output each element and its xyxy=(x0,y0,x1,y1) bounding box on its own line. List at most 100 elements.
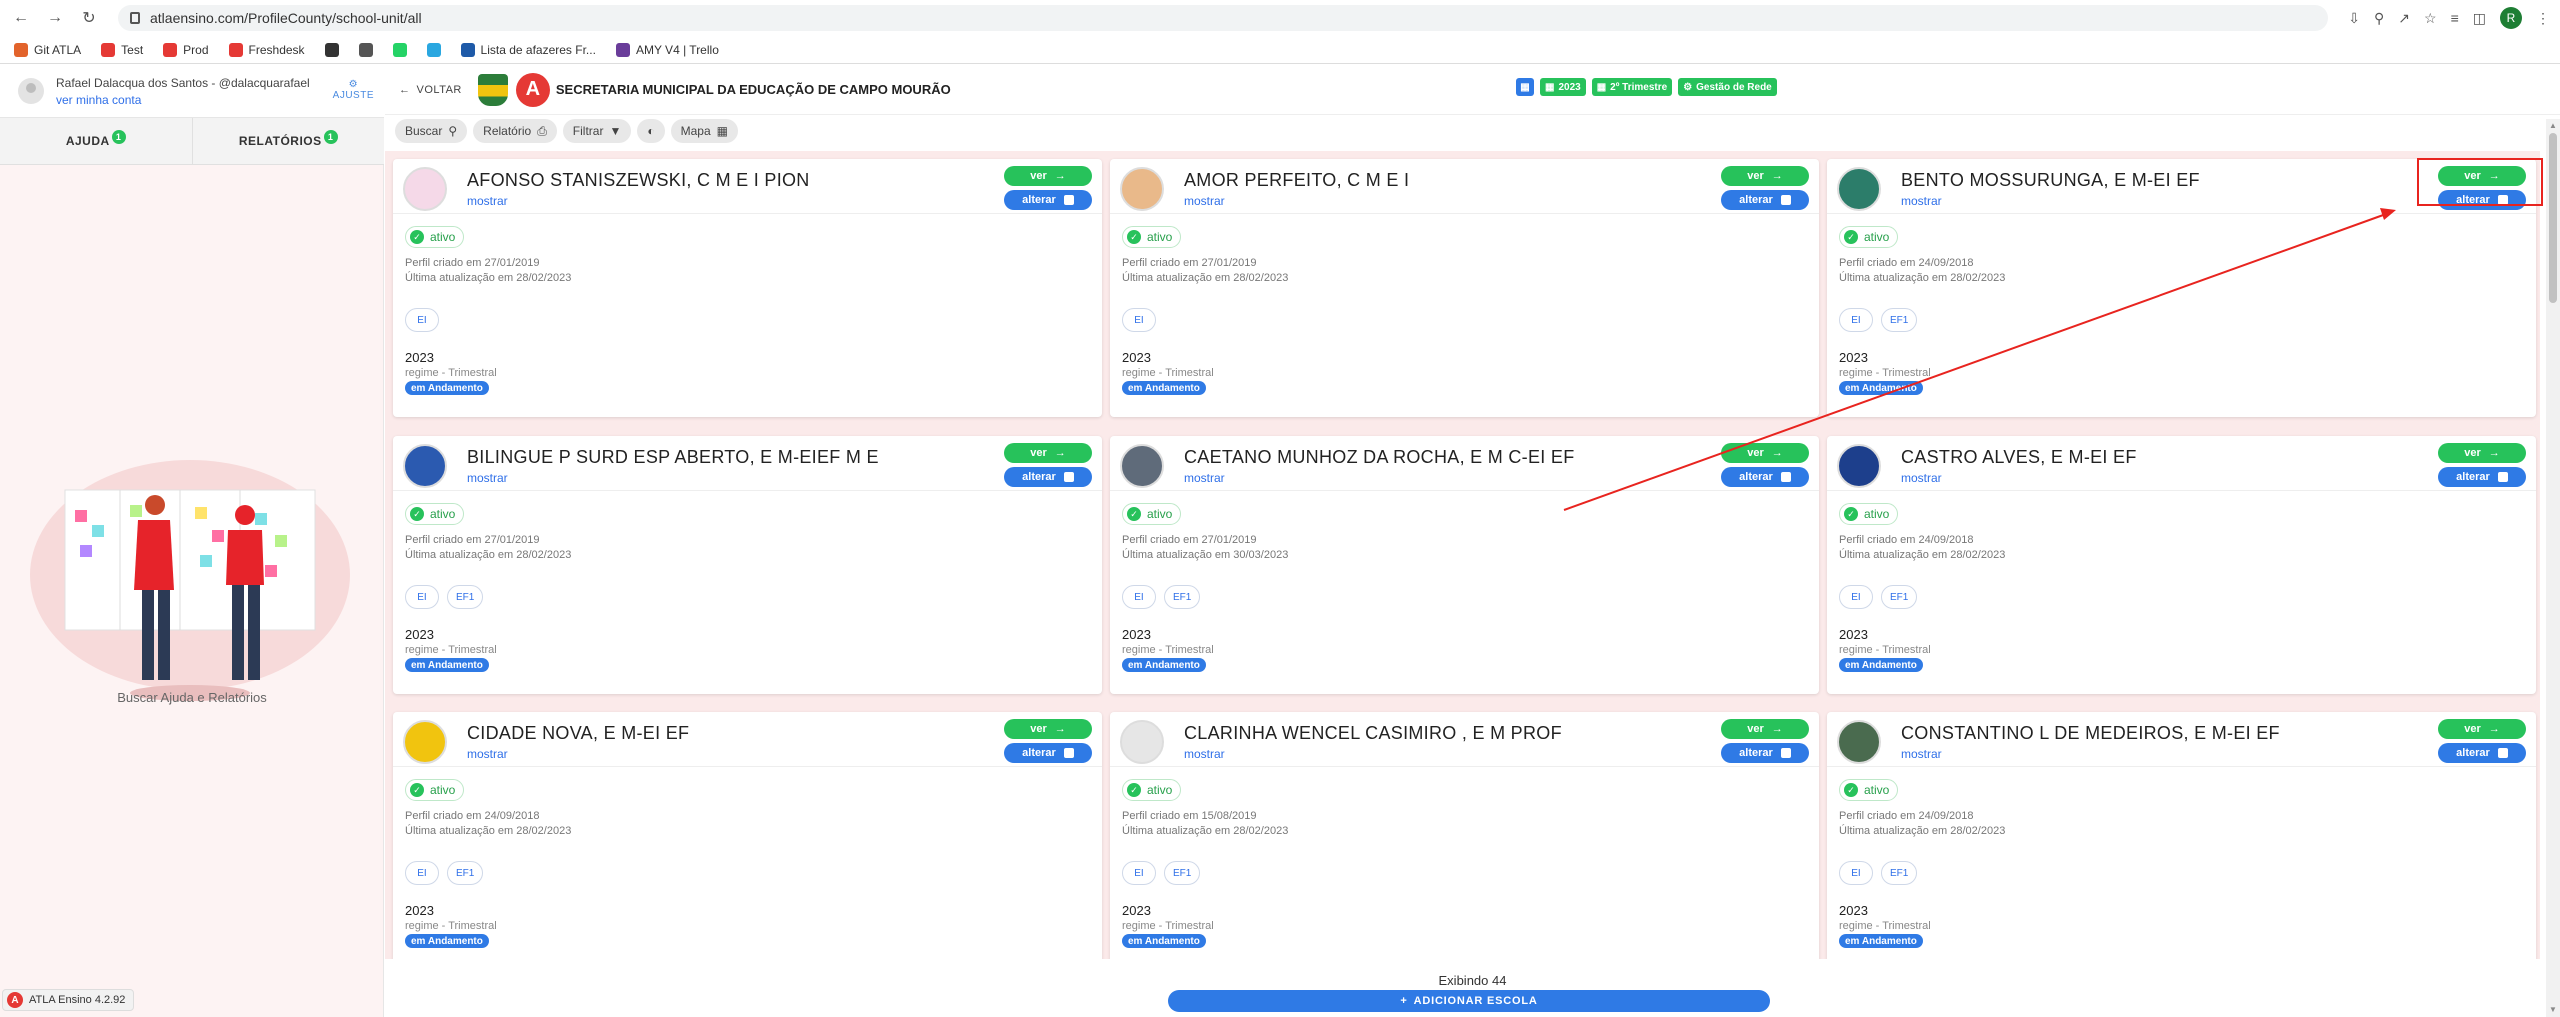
plus-icon: + xyxy=(1400,995,1408,1007)
bookmark-item[interactable] xyxy=(358,42,373,57)
scroll-up-icon[interactable]: ▲ xyxy=(2549,121,2557,130)
view-account-link[interactable]: ver minha conta xyxy=(56,93,310,107)
bookmark-icon xyxy=(228,42,243,57)
updated-date: Última atualização em 28/02/2023 xyxy=(1839,272,2006,284)
address-bar[interactable]: atlaensino.com/ProfileCounty/school-unit… xyxy=(118,5,2329,31)
network-chip-label: Gestão de Rede xyxy=(1696,81,1772,93)
filter-button[interactable]: Filtrar ▼ xyxy=(562,119,632,143)
show-link[interactable]: mostrar xyxy=(467,747,508,761)
star-icon[interactable]: ☆ xyxy=(2424,10,2437,27)
edit-icon xyxy=(1063,472,1074,482)
show-link[interactable]: mostrar xyxy=(1184,194,1225,208)
contrast-button[interactable]: ◐ xyxy=(637,119,665,143)
edit-button[interactable]: alterar xyxy=(1004,743,1092,763)
view-button[interactable]: ver → xyxy=(1721,443,1809,463)
tab-relatorios[interactable]: RELATÓRIOS 1 xyxy=(193,118,385,164)
back-arrow-icon[interactable]: ← xyxy=(10,7,32,29)
bookmark-item[interactable]: Git ATLA xyxy=(14,42,81,57)
show-link[interactable]: mostrar xyxy=(467,194,508,208)
edit-icon xyxy=(1780,195,1791,205)
main-content: ← VOLTAR A SECRETARIA MUNICIPAL DA EDUCA… xyxy=(385,65,2560,1017)
updated-date: Última atualização em 28/02/2023 xyxy=(405,825,572,837)
url-text[interactable]: atlaensino.com/ProfileCounty/school-unit… xyxy=(150,10,422,26)
school-logo xyxy=(1837,167,1881,211)
card-header: AFONSO STANISZEWSKI, C M E I PION mostra… xyxy=(393,159,1102,214)
regime: regime - Trimestral xyxy=(405,644,497,656)
view-button[interactable]: ver → xyxy=(2438,719,2526,739)
map-button[interactable]: Mapa ▦ xyxy=(670,119,738,143)
bookmark-item[interactable]: Prod xyxy=(163,42,209,57)
show-link[interactable]: mostrar xyxy=(1184,747,1225,761)
state-badge: em Andamento xyxy=(405,934,489,948)
bookmark-item[interactable] xyxy=(426,42,441,57)
network-chip[interactable]: ⚙ Gestão de Rede xyxy=(1678,78,1777,96)
view-button[interactable]: ver → xyxy=(1721,719,1809,739)
arrow-right-icon: → xyxy=(1054,723,1066,735)
show-link[interactable]: mostrar xyxy=(1901,747,1942,761)
edit-button[interactable]: alterar xyxy=(2438,467,2526,487)
school-card: AFONSO STANISZEWSKI, C M E I PION mostra… xyxy=(393,159,1102,417)
scroll-thumb[interactable] xyxy=(2549,133,2557,303)
show-link[interactable]: mostrar xyxy=(1184,471,1225,485)
bookmark-item[interactable]: AMY V4 | Trello xyxy=(615,42,719,57)
edit-button[interactable]: alterar xyxy=(1004,467,1092,487)
bookmark-item[interactable] xyxy=(392,42,407,57)
state-badge: em Andamento xyxy=(1839,934,1923,948)
playlist-icon[interactable]: ≡ xyxy=(2451,10,2459,26)
sidepanel-icon[interactable]: ◫ xyxy=(2473,10,2486,27)
scrollbar[interactable]: ▲ ▼ xyxy=(2546,119,2560,1017)
ajuste-button[interactable]: ⚙ AJUSTE xyxy=(333,79,374,101)
share-icon[interactable]: ↗ xyxy=(2398,10,2410,27)
bookmark-item[interactable]: Lista de afazeres Fr... xyxy=(460,42,596,57)
view-button[interactable]: ver → xyxy=(1004,719,1092,739)
bookmark-item[interactable]: Freshdesk xyxy=(228,42,305,57)
calendar-chip[interactable]: ▦ xyxy=(1516,78,1534,96)
scroll-down-icon[interactable]: ▼ xyxy=(2549,1005,2557,1014)
bookmark-item[interactable]: Test xyxy=(101,42,143,57)
show-link[interactable]: mostrar xyxy=(1901,471,1942,485)
level-tag: EF1 xyxy=(1164,585,1201,609)
profile-avatar[interactable]: R xyxy=(2500,7,2522,29)
year-chip[interactable]: ▦ 2023 xyxy=(1540,78,1586,96)
add-school-button[interactable]: + ADICIONAR ESCOLA xyxy=(1168,990,1770,1012)
regime: regime - Trimestral xyxy=(1122,367,1214,379)
view-button[interactable]: ver → xyxy=(1721,166,1809,186)
help-illustration xyxy=(30,460,350,701)
school-logo xyxy=(403,720,447,764)
context-chips: ▦ ▦ 2023 ▦ 2º Trimestre ⚙ Gestão de Rede xyxy=(1516,78,1777,96)
school-card: BILINGUE P SURD ESP ABERTO, E M-EIEF M E… xyxy=(393,436,1102,694)
view-button[interactable]: ver → xyxy=(2438,443,2526,463)
edit-button[interactable]: alterar xyxy=(1721,190,1809,210)
school-name: CLARINHA WENCEL CASIMIRO , E M PROF xyxy=(1184,723,1562,743)
view-label: ver xyxy=(1030,170,1047,182)
download-icon[interactable]: ⇩ xyxy=(2348,10,2360,27)
term-chip-label: 2º Trimestre xyxy=(1610,81,1668,93)
report-button[interactable]: Relatório ⎙ xyxy=(473,119,557,143)
org-title: SECRETARIA MUNICIPAL DA EDUCAÇÃO DE CAMP… xyxy=(555,82,951,97)
reload-icon[interactable]: ↻ xyxy=(78,7,100,29)
regime: regime - Trimestral xyxy=(1839,367,1931,379)
view-button[interactable]: ver → xyxy=(1004,166,1092,186)
edit-button[interactable]: alterar xyxy=(1721,467,1809,487)
card-header: CLARINHA WENCEL CASIMIRO , E M PROF most… xyxy=(1110,712,1819,767)
term-chip[interactable]: ▦ 2º Trimestre xyxy=(1591,78,1673,96)
show-link[interactable]: mostrar xyxy=(467,471,508,485)
municipality-crest xyxy=(477,73,508,106)
search-button[interactable]: Buscar ⚲ xyxy=(395,119,468,143)
user-avatar[interactable] xyxy=(18,78,44,104)
edit-button[interactable]: alterar xyxy=(1004,190,1092,210)
card-header: CASTRO ALVES, E M-EI EF mostrar ver → alt… xyxy=(1827,436,2536,491)
tab-ajuda[interactable]: AJUDA 1 xyxy=(0,118,193,164)
bookmark-item[interactable] xyxy=(324,42,339,57)
check-icon: ✓ xyxy=(410,783,424,797)
edit-button[interactable]: alterar xyxy=(2438,743,2526,763)
zoom-icon[interactable]: ⚲ xyxy=(2374,10,2384,27)
forward-arrow-icon[interactable]: → xyxy=(44,7,66,29)
year: 2023 xyxy=(1122,903,1151,918)
edit-button[interactable]: alterar xyxy=(1721,743,1809,763)
state-badge: em Andamento xyxy=(1122,658,1206,672)
menu-icon[interactable]: ⋮ xyxy=(2536,10,2550,27)
back-button[interactable]: ← VOLTAR xyxy=(399,84,462,96)
show-link[interactable]: mostrar xyxy=(1901,194,1942,208)
view-button[interactable]: ver → xyxy=(1004,443,1092,463)
